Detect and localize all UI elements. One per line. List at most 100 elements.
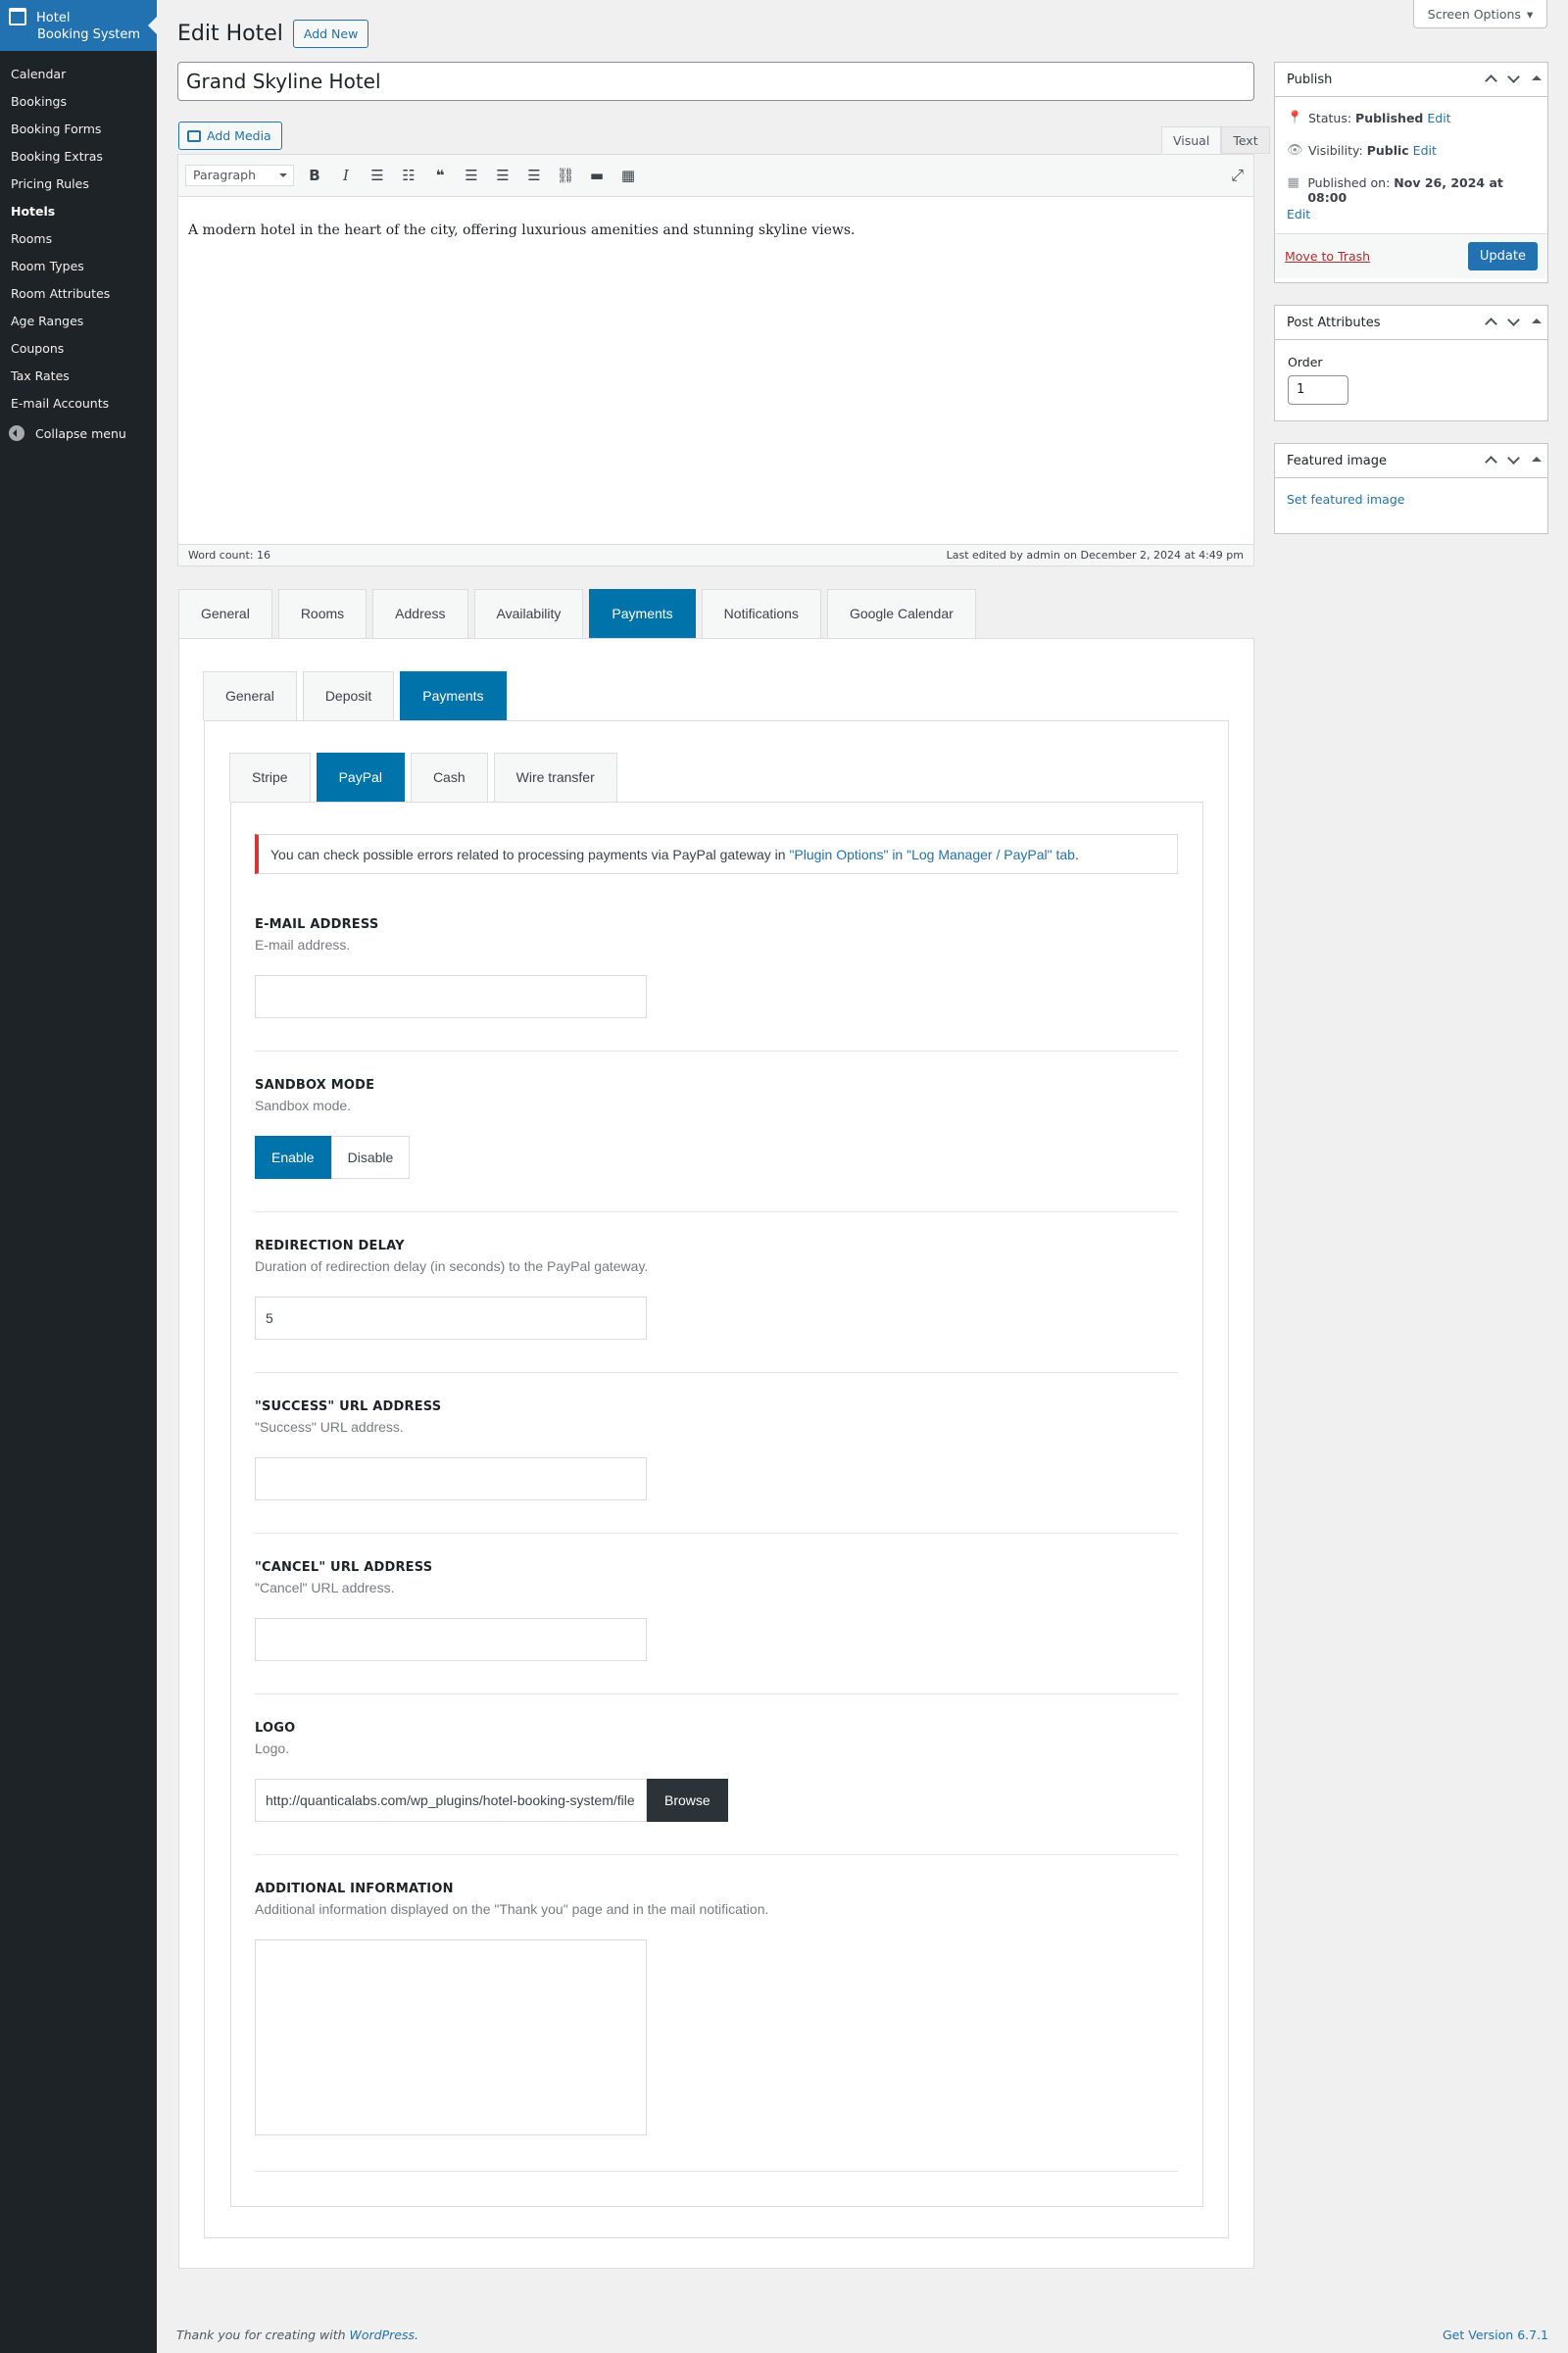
menu-item-pricing-rules[interactable]: Pricing Rules — [0, 172, 157, 199]
subtab-general[interactable]: General — [203, 671, 297, 720]
subtab-deposit[interactable]: Deposit — [302, 671, 395, 720]
move-down-icon[interactable] — [1507, 71, 1520, 83]
move-up-icon[interactable] — [1485, 74, 1497, 87]
menu-item-email-accounts[interactable]: E-mail Accounts — [0, 391, 157, 418]
align-left-icon[interactable]: ☰ — [456, 167, 487, 184]
cancel-url-input[interactable] — [255, 1618, 647, 1661]
add-new-button[interactable]: Add New — [292, 20, 369, 48]
tab-availability[interactable]: Availability — [473, 589, 584, 638]
move-to-trash-link[interactable]: Move to Trash — [1285, 249, 1370, 264]
bullet-list-icon[interactable]: ☰ — [362, 167, 393, 184]
success-url-field: "SUCCESS" URL ADDRESS "Success" URL addr… — [255, 1399, 647, 1500]
editor-mode-tabs: Visual Text — [1161, 126, 1270, 154]
tab-text[interactable]: Text — [1221, 126, 1270, 154]
update-button[interactable]: Update — [1467, 242, 1538, 270]
sandbox-disable-button[interactable]: Disable — [330, 1136, 411, 1179]
menu-item-room-attributes[interactable]: Room Attributes — [0, 281, 157, 309]
move-up-icon[interactable] — [1485, 456, 1497, 468]
paypal-notice: You can check possible errors related to… — [255, 834, 1178, 874]
post-title-input[interactable]: Grand Skyline Hotel — [177, 62, 1254, 101]
read-more-icon[interactable]: ▬ — [581, 167, 612, 184]
toggle-panel-icon[interactable] — [1532, 457, 1542, 462]
wordpress-link[interactable]: WordPress — [350, 2328, 415, 2342]
menu-item-booking-forms[interactable]: Booking Forms — [0, 117, 157, 144]
menu-item-bookings[interactable]: Bookings — [0, 89, 157, 117]
move-up-icon[interactable] — [1485, 318, 1497, 330]
divider — [255, 1854, 1178, 1855]
browse-button[interactable]: Browse — [647, 1779, 728, 1822]
menu-item-calendar[interactable]: Calendar — [0, 62, 157, 89]
menu-item-booking-extras[interactable]: Booking Extras — [0, 144, 157, 172]
log-manager-link[interactable]: "Plugin Options" in "Log Manager / PayPa… — [789, 847, 1075, 862]
status-value: Published — [1355, 111, 1424, 125]
eye-icon: 👁 — [1287, 143, 1303, 158]
logo-desc: Logo. — [255, 1740, 290, 1756]
menu-item-coupons[interactable]: Coupons — [0, 336, 157, 364]
delay-input[interactable]: 5 — [255, 1297, 647, 1340]
subtab-payments[interactable]: Payments — [400, 671, 507, 720]
format-select[interactable]: Paragraph — [185, 165, 294, 186]
submenu: Calendar Bookings Booking Forms Booking … — [0, 51, 157, 418]
set-featured-image-link[interactable]: Set featured image — [1287, 492, 1404, 507]
collapse-menu-button[interactable]: Collapse menu — [0, 425, 157, 441]
tab-visual[interactable]: Visual — [1161, 126, 1222, 154]
tab-google-calendar[interactable]: Google Calendar — [826, 589, 976, 638]
menu-item-rooms[interactable]: Rooms — [0, 226, 157, 254]
tab-payments[interactable]: Payments — [589, 589, 696, 638]
link-icon[interactable]: ⛓ — [550, 167, 581, 184]
move-down-icon[interactable] — [1507, 314, 1520, 326]
brand-line1: Hotel — [36, 11, 71, 25]
order-input[interactable]: 1 — [1288, 375, 1348, 405]
calendar-icon: ▦ — [1287, 175, 1299, 190]
menu-item-age-ranges[interactable]: Age Ranges — [0, 309, 157, 336]
cancel-url-label: "CANCEL" URL ADDRESS — [255, 1560, 433, 1575]
move-down-icon[interactable] — [1507, 452, 1520, 465]
success-url-input[interactable] — [255, 1457, 647, 1500]
logo-url-input[interactable]: http://quanticalabs.com/wp_plugins/hotel… — [255, 1779, 647, 1822]
bold-icon[interactable]: B — [299, 167, 330, 184]
menu-item-room-types[interactable]: Room Types — [0, 254, 157, 281]
edit-visibility-link[interactable]: Edit — [1413, 143, 1437, 158]
get-version-link[interactable]: Get Version 6.7.1 — [1443, 2328, 1548, 2342]
additional-info-field: ADDITIONAL INFORMATION Additional inform… — [255, 1882, 768, 2135]
toggle-panel-icon[interactable] — [1532, 319, 1542, 323]
numbered-list-icon[interactable]: ☷ — [393, 167, 424, 184]
fullscreen-icon[interactable]: ⤢ — [1231, 166, 1244, 185]
blockquote-icon[interactable]: ❝ — [424, 167, 456, 184]
cancel-url-field: "CANCEL" URL ADDRESS "Cancel" URL addres… — [255, 1560, 647, 1661]
delay-field: REDIRECTION DELAY Duration of redirectio… — [255, 1239, 648, 1340]
sandbox-enable-button[interactable]: Enable — [255, 1136, 331, 1179]
success-url-desc: "Success" URL address. — [255, 1419, 404, 1435]
tab-address[interactable]: Address — [372, 589, 468, 638]
gateway-tab-wire-transfer[interactable]: Wire transfer — [493, 753, 617, 802]
toolbar-toggle-icon[interactable]: ▦ — [612, 167, 644, 184]
edit-status-link[interactable]: Edit — [1427, 111, 1450, 125]
page-title: Edit Hotel — [177, 22, 283, 46]
toggle-panel-icon[interactable] — [1532, 75, 1542, 80]
post-attributes-title: Post Attributes — [1287, 315, 1381, 330]
post-attributes-box: Post Attributes Order 1 — [1274, 305, 1548, 421]
add-media-button[interactable]: Add Media — [178, 122, 282, 150]
align-right-icon[interactable]: ☰ — [518, 167, 550, 184]
editor-content[interactable]: A modern hotel in the heart of the city,… — [178, 197, 1253, 264]
logo-label: LOGO — [255, 1721, 296, 1736]
tab-notifications[interactable]: Notifications — [701, 589, 821, 638]
screen-options-button[interactable]: Screen Options ▾ — [1413, 0, 1547, 28]
align-center-icon[interactable]: ☰ — [487, 167, 518, 184]
gateway-tab-paypal[interactable]: PayPal — [316, 753, 405, 802]
email-input[interactable] — [255, 975, 647, 1018]
order-label: Order — [1288, 355, 1323, 369]
menu-item-tax-rates[interactable]: Tax Rates — [0, 364, 157, 391]
tab-rooms[interactable]: Rooms — [277, 589, 368, 638]
gateway-tab-stripe[interactable]: Stripe — [229, 753, 311, 802]
additional-info-textarea[interactable] — [255, 1939, 647, 2135]
divider — [255, 1533, 1178, 1534]
gateway-tab-cash[interactable]: Cash — [410, 753, 488, 802]
tab-general[interactable]: General — [178, 589, 272, 638]
brand-menu-item[interactable]: Hotel Booking System — [0, 0, 157, 51]
menu-item-hotels[interactable]: Hotels — [0, 199, 157, 226]
italic-icon[interactable]: I — [330, 167, 362, 184]
delay-desc: Duration of redirection delay (in second… — [255, 1258, 649, 1274]
edit-date-link[interactable]: Edit — [1287, 207, 1310, 221]
footer-text: Thank you for creating with — [176, 2328, 350, 2342]
